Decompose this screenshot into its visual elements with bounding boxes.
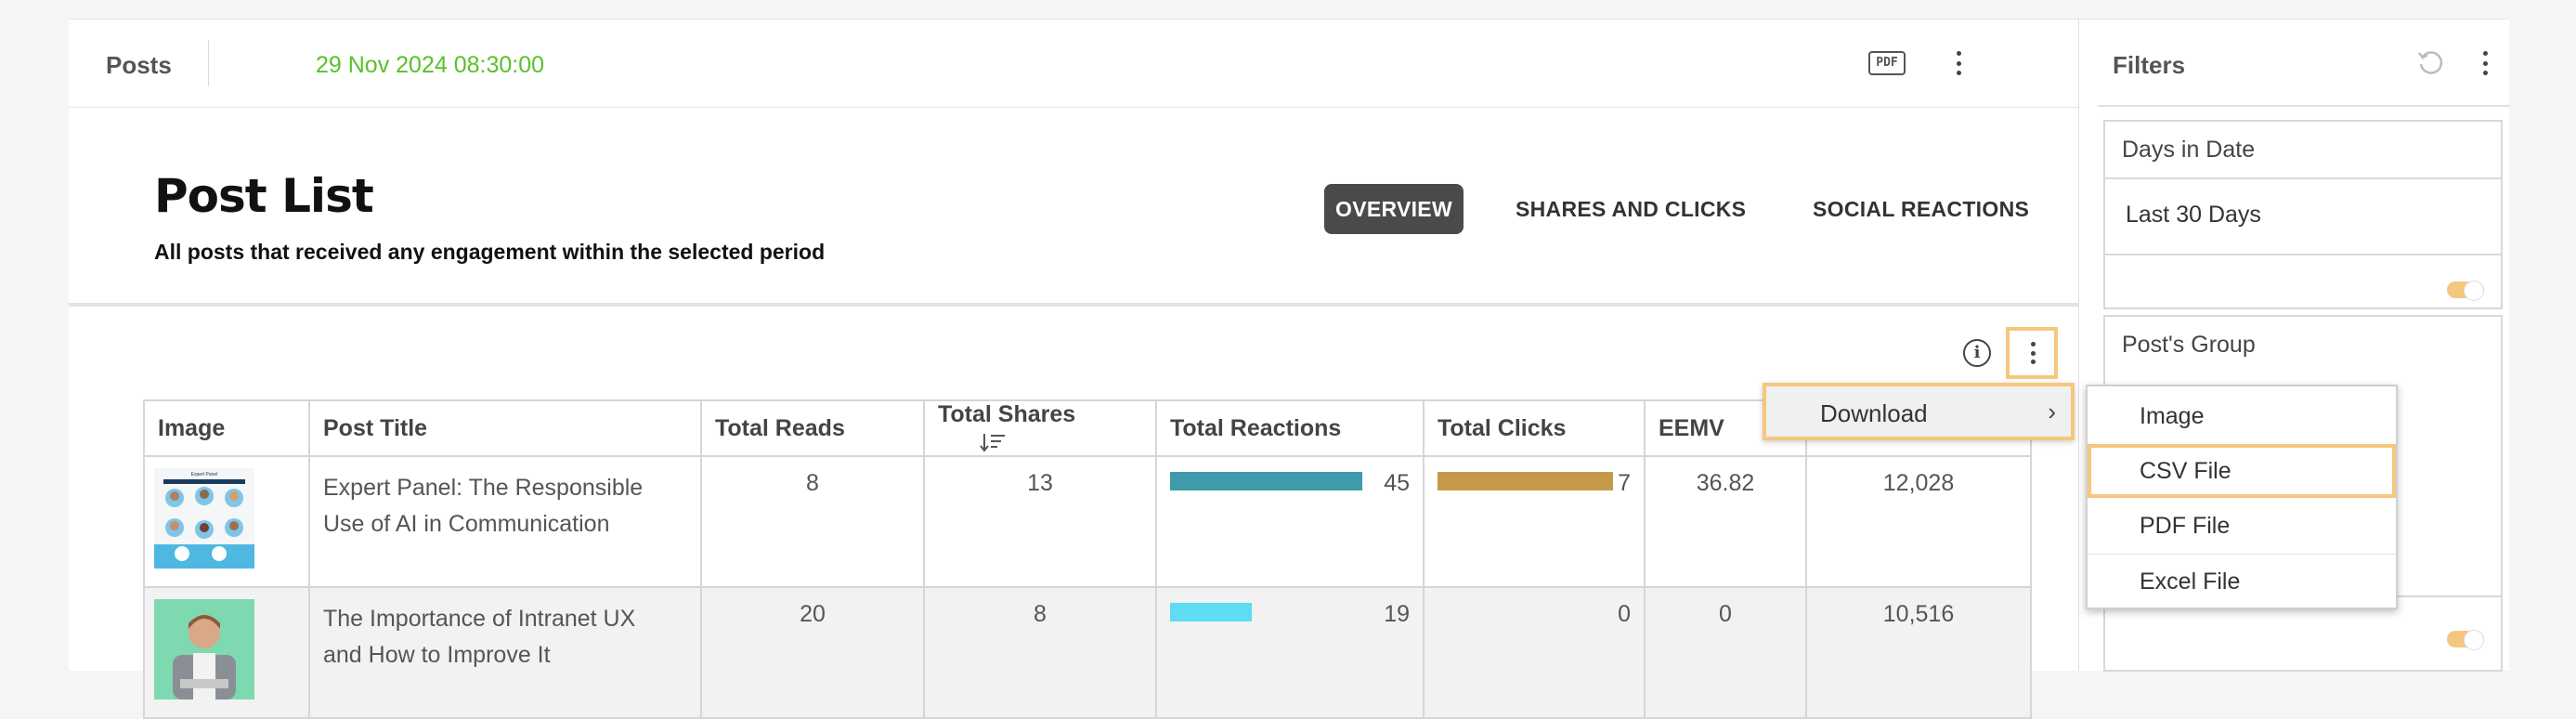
reactions-bar: [1170, 603, 1252, 621]
more-options-icon[interactable]: [2480, 51, 2490, 75]
column-header-total-shares[interactable]: Total Shares: [923, 399, 1157, 457]
total-clicks-cell: 7: [1423, 455, 1646, 588]
submenu-item-image[interactable]: Image: [2088, 390, 2396, 444]
post-title-cell[interactable]: The Importance of Intranet UX and How to…: [308, 586, 702, 719]
post-thumbnail: [154, 599, 254, 699]
post-title-line: Use of AI in Communication: [323, 511, 610, 537]
clicks-value: 0: [1618, 601, 1631, 627]
filter-label: Post's Group: [2122, 332, 2256, 358]
post-thumbnail: Expert Panel: [154, 468, 254, 569]
sort-icon[interactable]: [979, 431, 1007, 453]
page-title: Post List: [154, 169, 374, 223]
table-panel: i Image Post Title Total Reads Total Sha…: [69, 325, 2078, 719]
download-submenu: Image CSV File PDF File Excel File: [2086, 385, 2398, 609]
eemv-cell: 0: [1644, 586, 1807, 719]
pdf-export-icon[interactable]: PDF: [1868, 51, 1906, 75]
total-shares-cell: 8: [923, 586, 1157, 719]
more-options-icon[interactable]: [1954, 51, 1963, 75]
total-reads-cell: 8: [700, 455, 925, 588]
column-header-total-clicks[interactable]: Total Clicks: [1423, 399, 1646, 457]
total-reactions-cell: 45: [1155, 455, 1425, 588]
post-list-header: Post List All posts that received any en…: [69, 108, 2078, 307]
submenu-item-excel-file[interactable]: Excel File: [2088, 556, 2396, 609]
total-reactions-cell: 19: [1155, 586, 1425, 719]
timestamp: 29 Nov 2024 08:30:00: [316, 52, 545, 78]
post-title-line: Expert Panel: The Responsible: [323, 475, 644, 501]
top-bar: Posts 29 Nov 2024 08:30:00 PDF: [69, 19, 2078, 108]
reactions-value: 45: [1384, 470, 1410, 496]
reactions-value: 19: [1384, 601, 1410, 627]
column-header-post-title[interactable]: Post Title: [308, 399, 702, 457]
filter-value[interactable]: Last 30 Days: [2126, 202, 2261, 229]
divider: [2105, 177, 2501, 179]
clicks-value: 7: [1618, 470, 1631, 496]
column-header-total-reads[interactable]: Total Reads: [700, 399, 925, 457]
tab-social-reactions[interactable]: SOCIAL REACTIONS: [1802, 184, 2040, 234]
download-label: Download: [1820, 399, 1928, 427]
divider: [2088, 554, 2396, 555]
download-menu-item[interactable]: Download ›: [1763, 383, 2075, 440]
submenu-item-csv-file[interactable]: CSV File: [2088, 444, 2396, 498]
filter-toggle[interactable]: [2447, 630, 2484, 650]
eemv-cell: 36.82: [1644, 455, 1807, 588]
image-cell: Expert Panel: [143, 455, 310, 588]
total-clicks-cell: 0: [1423, 586, 1646, 719]
divider: [2105, 254, 2501, 255]
table-row[interactable]: The Importance of Intranet UX and How to…: [143, 586, 2032, 719]
table-row[interactable]: Expert Panel Expert Panel: The Responsib…: [143, 455, 2032, 588]
total-reads-cell: 20: [700, 586, 925, 719]
extra-cell: 12,028: [1805, 455, 2032, 588]
page-subtitle: All posts that received any engagement w…: [154, 240, 826, 264]
submenu-item-pdf-file[interactable]: PDF File: [2088, 500, 2396, 554]
column-header-total-reactions[interactable]: Total Reactions: [1155, 399, 1425, 457]
info-icon[interactable]: i: [1963, 339, 1991, 367]
column-header-label: Total Shares: [938, 401, 1076, 427]
post-title-cell[interactable]: Expert Panel: The Responsible Use of AI …: [308, 455, 702, 588]
filter-label: Days in Date: [2122, 137, 2256, 163]
filter-days-in-date: Days in Date Last 30 Days: [2103, 120, 2503, 309]
table-header-row: Image Post Title Total Reads Total Share…: [143, 399, 2032, 457]
post-title-line: and How to Improve It: [323, 642, 551, 668]
more-options-icon: [2028, 342, 2037, 364]
divider: [208, 40, 209, 86]
reset-icon[interactable]: [2415, 47, 2445, 77]
posts-table: Image Post Title Total Reads Total Share…: [143, 399, 2032, 719]
main-panel: Posts 29 Nov 2024 08:30:00 PDF Post List…: [69, 19, 2078, 719]
column-header-image[interactable]: Image: [143, 399, 310, 457]
table-menu-button[interactable]: [2006, 327, 2058, 379]
post-title-line: The Importance of Intranet UX: [323, 606, 636, 632]
thumbnail-heading: Expert Panel: [191, 472, 218, 477]
tab-shares-and-clicks[interactable]: SHARES AND CLICKS: [1504, 184, 1757, 234]
filter-toggle[interactable]: [2447, 281, 2484, 301]
page-section-title: Posts: [106, 51, 172, 79]
chevron-right-icon: ›: [2048, 398, 2056, 425]
tab-overview[interactable]: OVERVIEW: [1324, 184, 1464, 234]
clicks-bar: [1438, 472, 1613, 490]
filters-title: Filters: [2113, 51, 2186, 79]
divider: [2098, 105, 2510, 107]
reactions-bar: [1170, 472, 1362, 490]
image-cell: [143, 586, 310, 719]
total-shares-cell: 13: [923, 455, 1157, 588]
extra-cell: 10,516: [1805, 586, 2032, 719]
